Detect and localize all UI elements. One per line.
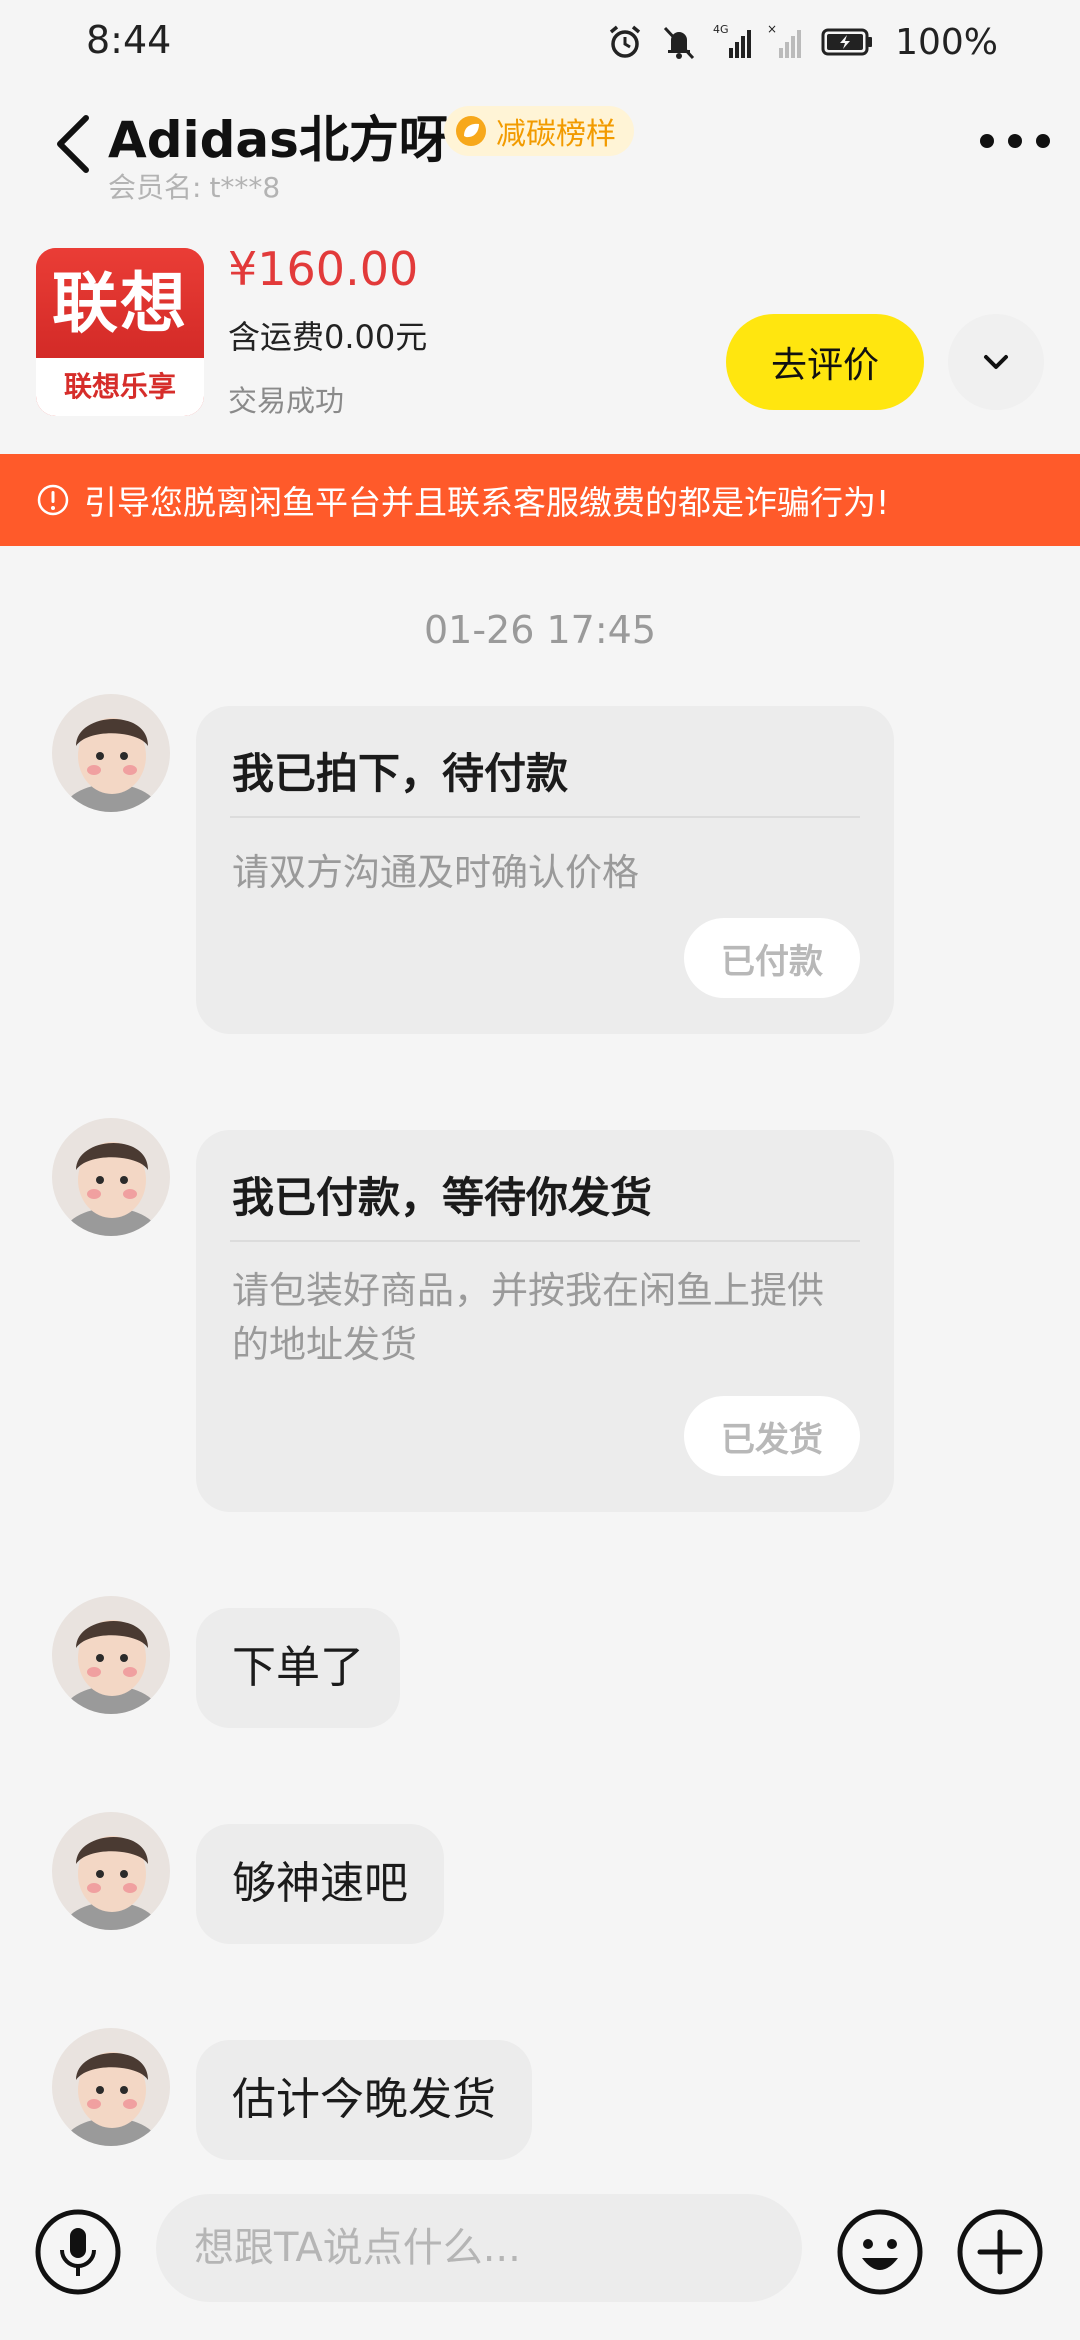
member-line: 会员名: t***8 — [108, 166, 280, 206]
avatar[interactable] — [52, 2028, 170, 2146]
battery-charging-icon — [821, 28, 873, 56]
chat-screen: 8:44 4G × 100% Adidas北方呀 减碳榜样 会员名: t***8… — [0, 0, 1080, 2340]
chevron-down-icon — [984, 355, 1008, 369]
network-label: 4G — [713, 23, 729, 36]
order-status-card[interactable]: 我已付款，等待你发货 请包装好商品，并按我在闲鱼上提供的地址发货 已发货 — [196, 1130, 894, 1512]
more-dot-icon — [1008, 134, 1022, 148]
expand-button[interactable] — [948, 314, 1044, 410]
shipping-fee: 含运费0.00元 — [228, 318, 428, 356]
message-bubble[interactable]: 估计今晚发货 — [196, 2040, 532, 2160]
more-dot-icon — [1036, 134, 1050, 148]
card-divider — [230, 1240, 860, 1242]
message-input-bar — [0, 2186, 1080, 2310]
thumbnail-brand: 联想 — [36, 248, 204, 358]
warning-icon — [37, 484, 69, 516]
review-button[interactable]: 去评价 — [726, 314, 924, 410]
paid-button[interactable]: 已付款 — [684, 918, 860, 998]
more-dot-icon — [980, 134, 994, 148]
signal-no-sim-icon: × — [767, 22, 802, 58]
chat-header: Adidas北方呀 减碳榜样 会员名: t***8 — [0, 84, 1080, 204]
emoji-icon[interactable] — [836, 2208, 924, 2296]
trade-status: 交易成功 — [228, 384, 345, 418]
message-bubble[interactable]: 够神速吧 — [196, 1824, 444, 1944]
card-title: 我已付款，等待你发货 — [232, 1173, 653, 1222]
leaf-coin-icon — [456, 116, 486, 146]
status-icons: 4G × 100% — [605, 18, 998, 66]
avatar[interactable] — [52, 1812, 170, 1930]
battery-percent: 100% — [895, 21, 998, 63]
card-divider — [230, 816, 860, 818]
avatar[interactable] — [52, 1118, 170, 1236]
shipped-button[interactable]: 已发货 — [684, 1396, 860, 1476]
warning-text: 引导您脱离闲鱼平台并且联系客服缴费的都是诈骗行为! — [84, 483, 890, 522]
plus-icon[interactable] — [956, 2208, 1044, 2296]
alarm-icon — [609, 25, 641, 58]
fraud-warning-banner: 引导您脱离闲鱼平台并且联系客服缴费的都是诈骗行为! — [0, 454, 1080, 546]
signal-4g-icon: 4G — [713, 23, 752, 58]
thumbnail-subtitle: 联想乐享 — [36, 358, 204, 416]
svg-text:×: × — [767, 22, 777, 36]
message-input[interactable] — [156, 2194, 802, 2302]
order-status-card[interactable]: 我已拍下，待付款 请双方沟通及时确认价格 已付款 — [196, 706, 894, 1034]
chat-timestamp: 01-26 17:45 — [423, 608, 656, 652]
carbon-badge-label: 减碳榜样 — [496, 117, 616, 152]
member-label: 会员名: — [108, 171, 202, 204]
back-arrow-icon[interactable] — [44, 108, 104, 178]
product-thumbnail[interactable]: 联想 联想乐享 — [36, 248, 204, 416]
avatar[interactable] — [52, 694, 170, 812]
more-options-button[interactable] — [980, 126, 1050, 156]
avatar[interactable] — [52, 1596, 170, 1714]
member-id: t***8 — [209, 171, 281, 204]
product-price: ¥160.00 — [228, 242, 419, 296]
status-bar: 8:44 4G × 100% — [0, 0, 1080, 84]
status-time: 8:44 — [86, 18, 172, 62]
card-description: 请双方沟通及时确认价格 — [232, 851, 639, 894]
product-summary[interactable]: 联想 联想乐享 ¥160.00 含运费0.00元 交易成功 去评价 — [0, 230, 1080, 430]
carbon-badge[interactable]: 减碳榜样 — [444, 106, 634, 156]
mute-bell-icon — [663, 26, 695, 60]
card-description: 请包装好商品，并按我在闲鱼上提供的地址发货 — [232, 1269, 824, 1366]
microphone-icon[interactable] — [34, 2208, 122, 2296]
card-title: 我已拍下，待付款 — [232, 749, 569, 798]
seller-name[interactable]: Adidas北方呀 — [108, 100, 449, 172]
message-bubble[interactable]: 下单了 — [196, 1608, 400, 1728]
